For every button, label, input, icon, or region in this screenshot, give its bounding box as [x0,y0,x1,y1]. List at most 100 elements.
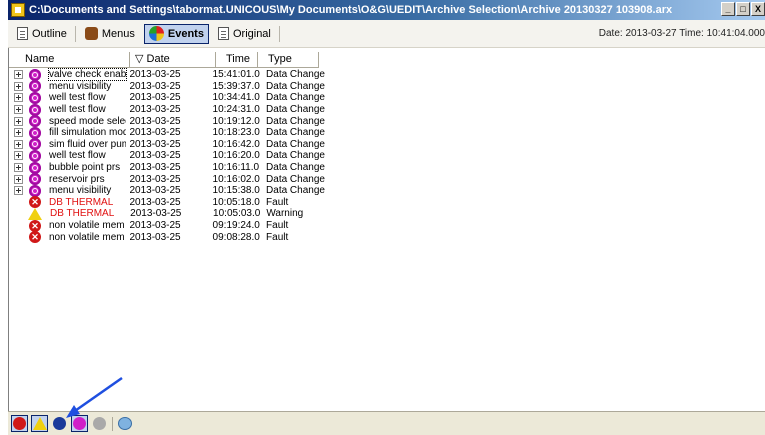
data-change-icon [29,126,41,139]
toolbar-separator [74,25,76,42]
table-row[interactable]: ✕ DB THERMAL 2013-03-25 10:05:18.0 Fault [9,196,349,209]
cell-name: non volatile mem [49,220,125,232]
data-change-icon [29,149,41,162]
fault-icon: ✕ [29,196,41,209]
cell-time: 10:05:18.0 [212,196,260,208]
minimize-button[interactable]: _ [721,2,735,16]
info-filter-button[interactable] [51,415,68,432]
table-row[interactable]: menu visibility 2013-03-25 10:15:38.0 Data … [9,184,349,197]
expand-icon[interactable] [14,93,23,103]
cell-type: Data Change [266,127,325,139]
column-header-time[interactable]: Time [216,52,258,68]
cell-time: 10:05:03.0 [213,208,261,220]
column-header-type[interactable]: Type [258,52,319,68]
expand-icon[interactable] [14,151,23,161]
data-change-icon [29,91,41,104]
menus-label: Menus [101,27,135,40]
outline-button[interactable]: Outline [12,24,72,44]
data-change-icon [29,115,41,128]
cell-type: Data Change [266,173,325,185]
column-header-date[interactable]: ▽ Date [130,52,216,68]
table-row[interactable]: ✕ non volatile mem 2013-03-25 09:08:28.0 Fau… [9,231,349,244]
events-grid[interactable]: Name ▽ Date Time Type valve check enable… [8,48,765,411]
menus-icon [84,27,98,40]
cell-date: 2013-03-25 [129,196,181,208]
cell-type: Warning [266,208,304,220]
table-row[interactable]: reservoir prs 2013-03-25 10:16:02.0 Data Ch… [9,173,349,186]
original-button[interactable]: Original [213,24,276,44]
cell-time: 10:18:23.0 [212,127,260,139]
data-change-filter-button[interactable] [71,415,88,432]
data-change-icon [29,138,41,151]
cell-date: 2013-03-25 [129,80,181,92]
expand-icon[interactable] [14,139,23,149]
original-icon [217,27,229,40]
table-row[interactable]: sim fluid over pump2013-03-25 10:16:42.0 D… [9,138,349,151]
cell-time: 10:16:20.0 [212,150,260,162]
cell-name: reservoir prs [49,173,105,185]
maximize-button[interactable]: □ [736,2,750,16]
outline-icon [17,27,28,40]
toolbar: Outline Menus Events Original Date: 2013… [8,20,765,48]
cell-name: well test flow [49,150,106,162]
expand-icon[interactable] [14,70,23,80]
expand-icon[interactable] [14,174,23,184]
cell-time: 10:19:12.0 [212,115,260,127]
table-row[interactable]: well test flow 2013-03-25 10:24:31.0 Data C… [9,103,349,116]
cell-time: 10:16:42.0 [212,138,260,150]
fault-filter-button[interactable] [11,415,28,432]
window-title: C:\Documents and Settings\tabormat.UNICO… [29,4,673,16]
expand-icon[interactable] [14,116,23,126]
data-change-icon [29,103,41,116]
table-row[interactable]: menu visibility 2013-03-25 15:39:37.0 Data … [9,80,349,93]
menus-button[interactable]: Menus [80,24,140,44]
table-row[interactable]: valve check enable 2013-03-25 15:41:01.0 Da… [9,68,349,82]
disabled-filter-button[interactable] [91,415,108,432]
table-row[interactable]: ✕ non volatile mem 2013-03-25 09:19:24.0 Fau… [9,219,349,232]
table-row[interactable]: DB THERMAL 2013-03-25 10:05:03.0 Warning [9,207,349,220]
expand-icon[interactable] [14,105,23,115]
column-header-name[interactable]: Name [9,52,130,68]
cell-time: 10:24:31.0 [212,104,260,116]
cell-time: 10:16:11.0 [212,162,260,174]
table-row[interactable]: bubble point prs 2013-03-25 10:16:11.0 Data… [9,161,349,174]
original-label: Original [232,27,271,40]
data-change-icon [29,68,41,81]
cell-name: sim fluid over pump [49,138,127,150]
toolbar-separator [278,25,280,42]
fault-filter-icon [13,417,26,430]
cell-date: 2013-03-25 [129,173,181,185]
expand-icon[interactable] [14,186,23,196]
outline-label: Outline [32,27,67,40]
table-row[interactable]: speed mode select 2013-03-25 10:19:12.0 Dat… [9,115,349,128]
column-header-row: Name ▽ Date Time Type [9,52,319,68]
cell-date: 2013-03-25 [129,150,181,162]
cell-type: Data Change [266,138,325,150]
table-row[interactable]: well test flow 2013-03-25 10:34:41.0 Data C… [9,91,349,104]
cell-name: speed mode select [49,115,127,127]
info-filter-icon [53,417,66,430]
expand-icon[interactable] [14,81,23,91]
cell-date: 2013-03-25 [129,104,181,116]
data-change-filter-icon [73,417,86,430]
network-button[interactable] [116,415,133,432]
window-controls: _ □ X [720,2,765,16]
cell-type: Data Change [266,104,325,116]
table-row[interactable]: well test flow 2013-03-25 10:16:20.0 Data C… [9,149,349,162]
expand-icon[interactable] [14,128,23,138]
cell-name: well test flow [49,104,106,116]
cell-type: Fault [266,220,289,232]
cell-date: 2013-03-25 [129,185,181,197]
events-button[interactable]: Events [143,23,209,44]
warning-filter-icon [32,417,47,430]
cell-type: Data Change [266,185,325,197]
table-row[interactable]: fill simulation mode 2013-03-25 10:18:23.0… [9,126,349,139]
expand-icon[interactable] [14,163,23,173]
archive-date-time: Date: 2013-03-27 Time: 10:41:04.000 [598,28,765,39]
cell-date: 2013-03-25 [129,127,181,139]
close-button[interactable]: X [751,2,765,16]
warning-filter-button[interactable] [31,415,48,432]
cell-time: 15:39:37.0 [212,80,260,92]
cell-date: 2013-03-25 [130,208,182,220]
cell-name: menu visibility [49,185,112,197]
